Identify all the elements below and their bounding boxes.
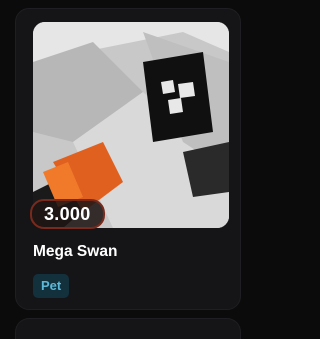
category-tag[interactable]: Pet	[33, 274, 70, 298]
item-card[interactable]: 3.000 Mega Swan Pet	[15, 8, 241, 310]
mega-swan-image-icon	[33, 22, 229, 228]
item-thumbnail	[33, 22, 229, 228]
item-name: Mega Swan	[33, 243, 118, 260]
next-item-card[interactable]	[15, 318, 241, 339]
price-badge: 3.000	[30, 199, 105, 229]
